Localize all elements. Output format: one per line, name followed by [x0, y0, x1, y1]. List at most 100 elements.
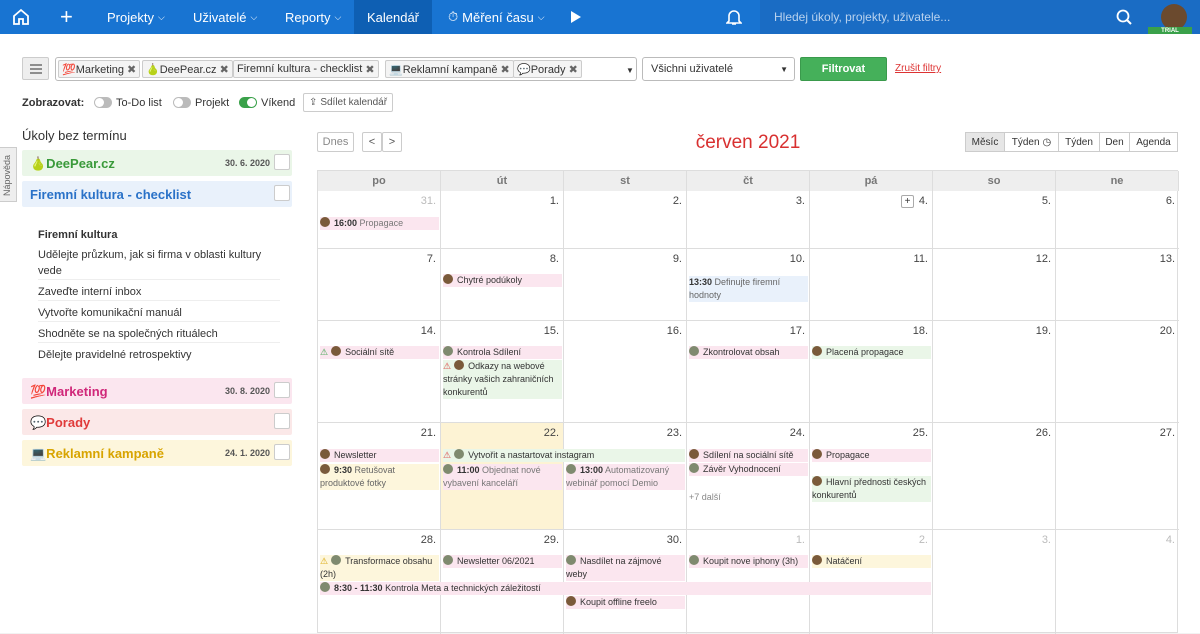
day-cell[interactable]: 3.	[687, 191, 810, 249]
calendar-event[interactable]: Propagace	[812, 449, 931, 462]
project-marketing[interactable]: 💯Marketing 30. 8. 2020	[22, 378, 292, 404]
project-checkbox[interactable]	[274, 444, 290, 460]
day-cell[interactable]: 24.	[687, 423, 810, 530]
calendar-event[interactable]: Závěr Vyhodnocení	[689, 463, 808, 476]
prev-button[interactable]: <	[362, 132, 382, 152]
project-checkbox[interactable]	[274, 154, 290, 170]
tag-marketing[interactable]: 💯Marketing ✖	[58, 60, 141, 78]
weekend-toggle[interactable]	[239, 97, 257, 108]
calendar-event[interactable]: Koupit offline freelo	[566, 596, 685, 609]
calendar-event[interactable]: Sdílení na sociální sítě	[689, 449, 808, 462]
calendar-event[interactable]: Koupit nove iphony (3h)	[689, 555, 808, 568]
calendar-event[interactable]: ⚠ Odkazy na webové stránky vašich zahrani…	[443, 360, 562, 399]
project-reklamni-kampane[interactable]: 💻Reklamní kampaně 24. 1. 2020	[22, 440, 292, 466]
user-filter[interactable]: Všichni uživatelé ▼	[642, 57, 795, 81]
view-agenda[interactable]: Agenda	[1129, 132, 1178, 152]
calendar-event[interactable]: 11:00 Objednat nové vybavení kanceláří	[443, 464, 562, 490]
day-cell[interactable]: 14.	[318, 321, 441, 423]
calendar-event[interactable]: Newsletter	[320, 449, 439, 462]
day-cell[interactable]: 1.	[441, 191, 564, 249]
calendar-event[interactable]: 16:00 Propagace	[320, 217, 439, 230]
calendar-event[interactable]: Natáčení	[812, 555, 931, 568]
day-cell[interactable]: 17.	[687, 321, 810, 423]
calendar-event[interactable]: Placená propagace	[812, 346, 931, 359]
view-week[interactable]: Týden	[1058, 132, 1100, 152]
add-icon[interactable]: +	[60, 0, 73, 34]
nav-projekty[interactable]: Projekty ⌵	[107, 0, 165, 34]
reset-filters-link[interactable]: Zrušit filtry	[895, 63, 941, 74]
project-checkbox[interactable]	[274, 185, 290, 201]
calendar-event[interactable]: 13:00 Automatizovaný webinář pomocí Demi…	[566, 464, 685, 490]
nav-mereni-casu[interactable]: ⏱ Měření času ⌵	[448, 0, 545, 34]
checklist-item[interactable]: Zaveďte interní inbox	[38, 284, 280, 301]
search-bar[interactable]: Hledej úkoly, projekty, uživatele...	[760, 0, 1200, 34]
day-cell[interactable]: 6.	[1056, 191, 1179, 249]
tag-porady[interactable]: 💬Porady ✖	[513, 60, 582, 78]
calendar-event[interactable]: Chytré podúkoly	[443, 274, 562, 287]
calendar-event[interactable]: ⚠ Vytvořit a nastartovat instagram	[443, 449, 685, 462]
project-checkbox[interactable]	[274, 382, 290, 398]
day-cell[interactable]: 12.	[933, 249, 1056, 321]
weekend-label: Víkend	[261, 97, 296, 109]
nav-reporty[interactable]: Reporty ⌵	[285, 0, 341, 34]
checklist-item[interactable]: Shodněte se na společných rituálech	[38, 326, 280, 343]
menu-icon[interactable]	[22, 57, 49, 80]
day-cell[interactable]: 5.	[933, 191, 1056, 249]
project-porady[interactable]: 💬Porady	[22, 409, 292, 435]
calendar-event[interactable]: ⚠ Sociální sítě	[320, 346, 439, 359]
day-cell[interactable]: 7.	[318, 249, 441, 321]
calendar-event[interactable]: Hlavní přednosti českých konkurentů	[812, 476, 931, 502]
todo-toggle[interactable]	[94, 97, 112, 108]
checklist-item[interactable]: Udělejte průzkum, jak si firma v oblasti…	[38, 247, 280, 280]
add-event-icon[interactable]: +	[901, 195, 914, 208]
search-icon[interactable]	[1116, 9, 1132, 28]
home-icon[interactable]	[12, 0, 30, 34]
calendar-event[interactable]: ⚠ Transformace obsahu (2h)	[320, 555, 439, 581]
more-events-link[interactable]: +7 další	[689, 491, 808, 504]
project-firemni-kultura[interactable]: Firemní kultura - checklist	[22, 181, 292, 207]
avatar	[689, 449, 699, 459]
day-cell[interactable]: 11.	[810, 249, 933, 321]
day-header: čt	[687, 171, 810, 191]
day-cell[interactable]: 3.	[933, 530, 1056, 634]
project-checkbox[interactable]	[274, 413, 290, 429]
nav-kalendar[interactable]: Kalendář	[354, 0, 432, 34]
day-cell[interactable]: 4.	[1056, 530, 1179, 634]
calendar-event[interactable]: 9:30 Retušovat produktové fotky	[320, 464, 439, 490]
calendar-event[interactable]: Kontrola Sdílení	[443, 346, 562, 359]
share-calendar-button[interactable]: ⇪ Sdílet kalendář	[303, 93, 393, 112]
tag-deepear[interactable]: 🍐DeePear.cz ✖	[142, 60, 233, 78]
checklist-item[interactable]: Vytvořte komunikační manuál	[38, 305, 280, 322]
project-toggle[interactable]	[173, 97, 191, 108]
help-tab[interactable]: Nápověda	[0, 147, 17, 202]
day-cell[interactable]: 13.	[1056, 249, 1179, 321]
day-cell[interactable]: 26.	[933, 423, 1056, 530]
view-month[interactable]: Měsíc	[965, 132, 1005, 152]
calendar-event[interactable]: Newsletter 06/2021	[443, 555, 562, 568]
day-cell[interactable]: 20.	[1056, 321, 1179, 423]
day-cell[interactable]: 4. +	[810, 191, 933, 249]
day-cell[interactable]: 9.	[564, 249, 687, 321]
play-icon[interactable]	[570, 0, 582, 34]
bell-icon[interactable]	[726, 0, 742, 34]
day-cell[interactable]: 27.	[1056, 423, 1179, 530]
day-cell[interactable]: 18.	[810, 321, 933, 423]
calendar-event[interactable]: 8:30 - 11:30 Kontrola Meta a technických…	[320, 582, 931, 595]
today-button[interactable]: Dnes	[317, 132, 354, 152]
nav-uzivatele[interactable]: Uživatelé ⌵	[193, 0, 257, 34]
project-deepear[interactable]: 🍐DeePear.cz 30. 6. 2020	[22, 150, 292, 176]
avatar	[320, 464, 330, 474]
view-day[interactable]: Den	[1099, 132, 1130, 152]
view-week-timer[interactable]: Týden ◷	[1004, 132, 1059, 152]
day-cell[interactable]: 2.	[564, 191, 687, 249]
tag-firemni-kultura[interactable]: Firemní kultura - checklist ✖	[233, 60, 379, 78]
calendar-event[interactable]: Zkontrolovat obsah	[689, 346, 808, 359]
next-button[interactable]: >	[382, 132, 402, 152]
checklist-item[interactable]: Dělejte pravidelné retrospektivy	[38, 347, 280, 363]
tag-reklamni-kampane[interactable]: 💻Reklamní kampaně ✖	[385, 60, 514, 78]
day-cell[interactable]: 19.	[933, 321, 1056, 423]
day-cell[interactable]: 16.	[564, 321, 687, 423]
calendar-event[interactable]: Nasdílet na zájmové weby	[566, 555, 685, 581]
calendar-event[interactable]: 13:30 Definujte firemní hodnoty	[689, 276, 808, 302]
filter-button[interactable]: Filtrovat	[800, 57, 887, 81]
